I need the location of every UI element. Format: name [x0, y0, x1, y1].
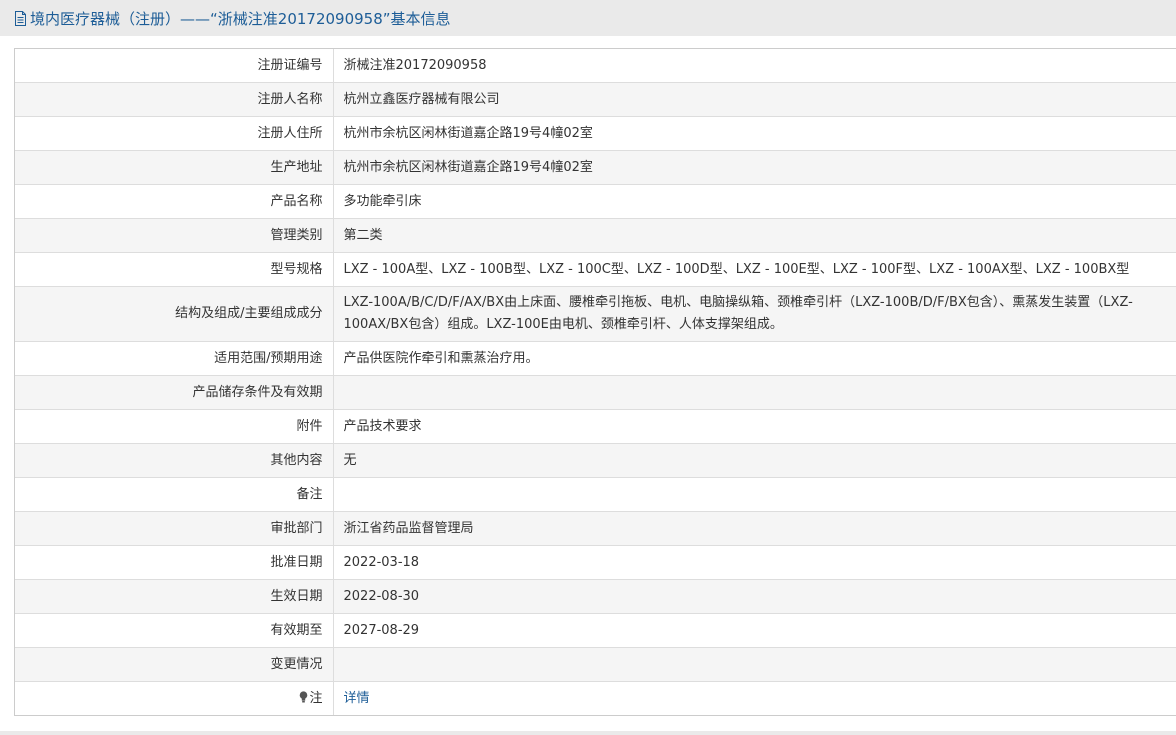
table-row: 注册人名称 杭州立鑫医疗器械有限公司 [15, 82, 1176, 117]
row-value: 浙械注准20172090958 [333, 49, 1176, 83]
row-label: 注册证编号 [15, 49, 334, 83]
table-row: 产品名称 多功能牵引床 [15, 184, 1176, 219]
row-value: 产品技术要求 [333, 409, 1176, 444]
document-icon [15, 10, 26, 26]
table-row: 批准日期 2022-03-18 [15, 545, 1176, 580]
row-value: 产品供医院作牵引和熏蒸治疗用。 [333, 341, 1176, 376]
row-value: 多功能牵引床 [333, 184, 1176, 219]
row-value: LXZ-100A/B/C/D/F/AX/BX由上床面、腰椎牵引拖板、电机、电脑操… [333, 286, 1176, 342]
row-label: 管理类别 [15, 218, 334, 253]
info-table-body: 注册证编号 浙械注准20172090958 注册人名称 杭州立鑫医疗器械有限公司 注… [15, 49, 1176, 715]
row-value: 杭州市余杭区闲林街道嘉企路19号4幢02室 [333, 116, 1176, 151]
row-label: 其他内容 [15, 443, 334, 478]
table-row: 管理类别 第二类 [15, 218, 1176, 253]
table-row: 有效期至 2027-08-29 [15, 613, 1176, 648]
table-row: 适用范围/预期用途 产品供医院作牵引和熏蒸治疗用。 [15, 341, 1176, 376]
row-label: 附件 [15, 409, 334, 444]
row-label: 变更情况 [15, 647, 334, 682]
row-label: 注册人名称 [15, 82, 334, 117]
table-row: 结构及组成/主要组成成分 LXZ-100A/B/C/D/F/AX/BX由上床面、腰… [15, 286, 1176, 342]
table-row: 其他内容无 [15, 443, 1176, 478]
table-row: 产品储存条件及有效期 [15, 375, 1176, 410]
details-link[interactable]: 详情 [344, 691, 370, 706]
row-value: 浙江省药品监督管理局 [333, 511, 1176, 546]
note-label: 注 [309, 691, 323, 706]
note-value-cell: 详情 [333, 681, 1176, 715]
row-label: 型号规格 [15, 252, 334, 287]
table-row: 变更情况 [15, 647, 1176, 682]
table-row: 型号规格 LXZ - 100A型、LXZ - 100B型、LXZ - 100C型、… [15, 252, 1176, 287]
row-value [333, 375, 1176, 410]
row-label: 结构及组成/主要组成成分 [15, 286, 334, 342]
row-value: 2027-08-29 [333, 613, 1176, 648]
note-label-cell: 注 [15, 681, 334, 715]
table-row: 备注 [15, 477, 1176, 512]
row-label: 备注 [15, 477, 334, 512]
table-row: 注册人住所 杭州市余杭区闲林街道嘉企路19号4幢02室 [15, 116, 1176, 151]
table-row: 生产地址 杭州市余杭区闲林街道嘉企路19号4幢02室 [15, 150, 1176, 185]
row-label: 批准日期 [15, 545, 334, 580]
row-label: 注册人住所 [15, 116, 334, 151]
page-header: 境内医疗器械（注册）——“浙械注准20172090958”基本信息 [0, 0, 1176, 36]
row-value: 杭州市余杭区闲林街道嘉企路19号4幢02室 [333, 150, 1176, 185]
info-table: 注册证编号 浙械注准20172090958 注册人名称 杭州立鑫医疗器械有限公司 注… [14, 48, 1176, 716]
row-value: 杭州立鑫医疗器械有限公司 [333, 82, 1176, 117]
row-value [333, 477, 1176, 512]
row-value: 无 [333, 443, 1176, 478]
table-row: 注册证编号 浙械注准20172090958 [15, 49, 1176, 83]
row-label: 产品储存条件及有效期 [15, 375, 334, 410]
bottom-bar [0, 731, 1176, 735]
lightbulb-icon [300, 691, 308, 703]
row-value: 2022-03-18 [333, 545, 1176, 580]
row-value: 2022-08-30 [333, 579, 1176, 614]
row-value: 第二类 [333, 218, 1176, 253]
row-value [333, 647, 1176, 682]
row-label: 产品名称 [15, 184, 334, 219]
table-row: 审批部门 浙江省药品监督管理局 [15, 511, 1176, 546]
row-label: 生产地址 [15, 150, 334, 185]
note-row: 注 详情 [15, 681, 1176, 715]
row-label: 生效日期 [15, 579, 334, 614]
row-label: 适用范围/预期用途 [15, 341, 334, 376]
page-title: 境内医疗器械（注册）——“浙械注准20172090958”基本信息 [30, 9, 451, 28]
row-label: 有效期至 [15, 613, 334, 648]
row-value: LXZ - 100A型、LXZ - 100B型、LXZ - 100C型、LXZ … [333, 252, 1176, 287]
table-row: 生效日期 2022-08-30 [15, 579, 1176, 614]
table-row: 附件 产品技术要求 [15, 409, 1176, 444]
row-label: 审批部门 [15, 511, 334, 546]
